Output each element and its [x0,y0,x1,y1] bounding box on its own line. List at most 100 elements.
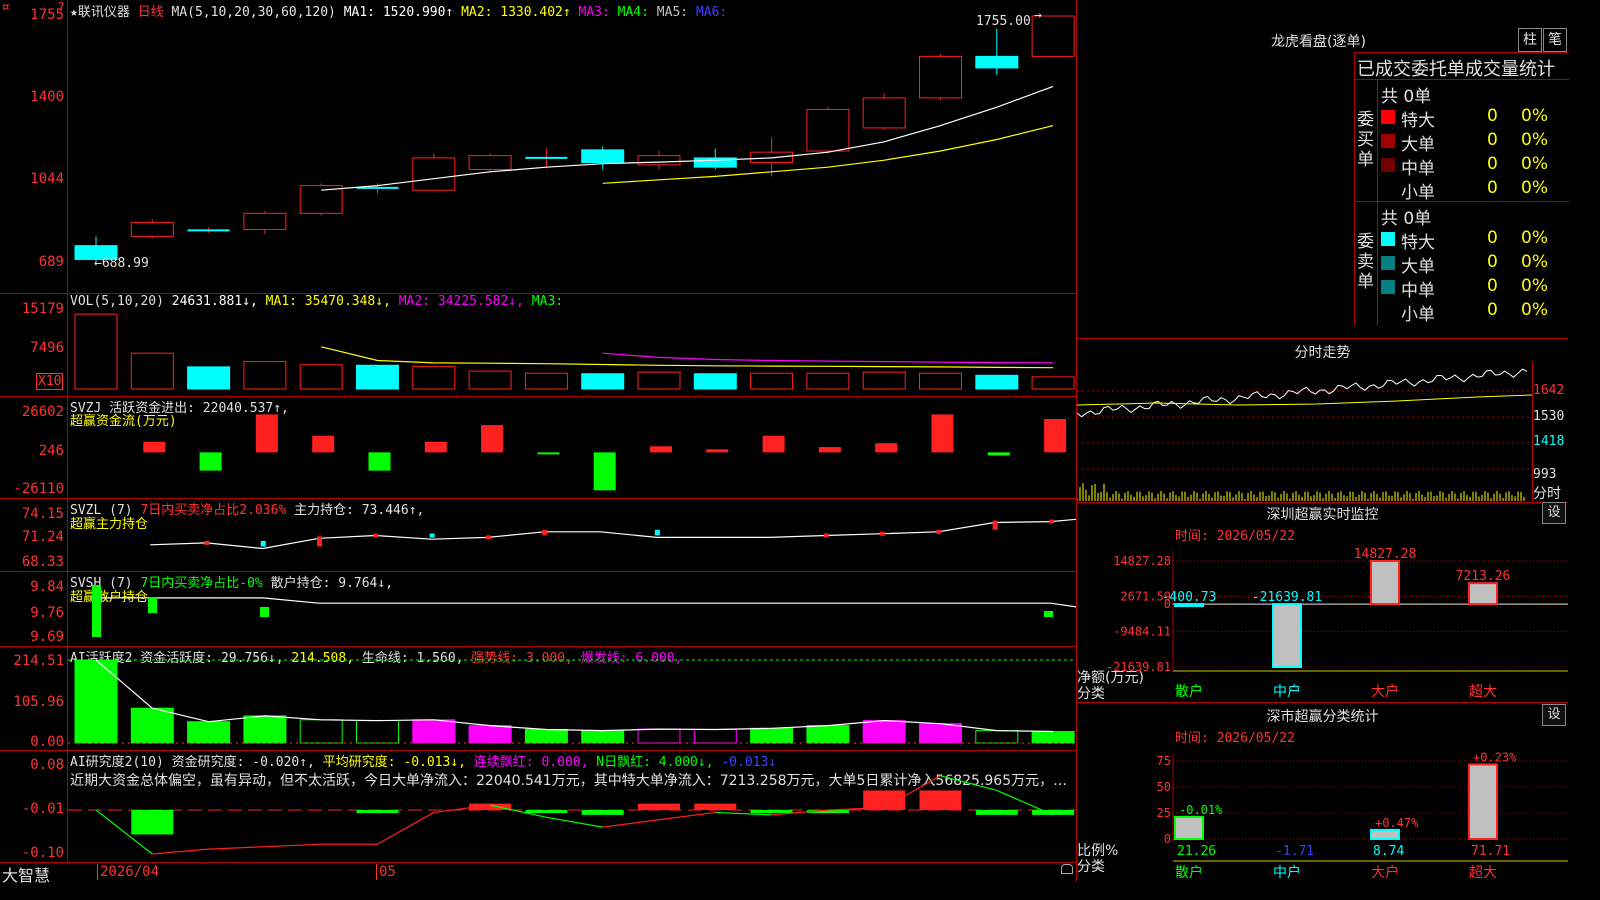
lhb-title: 龙虎看盘(逐单) [1271,34,1366,50]
sell-count: 0 [1487,228,1498,248]
fund-flow-bar [368,452,391,471]
svzj-panel[interactable]: SVZJ 活跃资金进出: 22040.537↑, 超赢资金流(万元) 26602… [0,396,1077,499]
activity-bar [524,728,568,744]
buy-pct: 0% [1521,106,1548,126]
sz-monitor-panel[interactable]: 深圳超赢实时监控 设 时间: 2026/05/22 14827.28 2671.5… [1077,501,1568,703]
ai-activity-chart[interactable] [68,646,1076,750]
svzj-ytick: 246 [38,443,64,459]
buy-divider [1377,80,1378,202]
svzl-chart[interactable] [68,498,1076,571]
activity-bar [243,715,287,744]
pen-mode-button[interactable]: 笔 [1543,28,1567,52]
research-bar [581,810,624,815]
cls-ytick: 25 [1157,806,1171,820]
svsh-chart[interactable] [68,571,1076,646]
activity-bar [1031,730,1075,744]
cls-stats-panel[interactable]: 深市超赢分类统计 设 时间: 2026/05/22 75 50 25 0 -0.01% 2… [1077,703,1568,882]
lock-icon[interactable] [1061,864,1073,874]
sell-pct: 0% [1521,252,1548,272]
kline-panel[interactable]: ★联讯仪器 日线 MA(5,10,20,30,60,120) MA1: 1520… [0,0,1077,294]
fund-flow-bar [481,425,504,453]
buy-pct: 0% [1521,178,1548,198]
buy-pct: 0% [1521,154,1548,174]
cls-value-label: 21.26 [1177,844,1216,859]
activity-bar [581,730,625,744]
activity-bar [187,721,231,744]
buy-row: 小单 0 0% [1379,178,1569,203]
brand-label: 大智慧 [2,866,51,885]
fund-flow-bar [199,452,222,471]
fund-flow-bar [255,414,278,453]
sz-monitor-chart[interactable]: 14827.282671.590-9484.11-21639.81-400.73… [1077,541,1568,701]
ai-activity-ytick: 105.96 [13,694,64,710]
activity-bar [468,725,512,744]
candle-body [468,155,512,170]
bar-mode-button[interactable]: 柱 [1518,28,1542,52]
sell-section: 委卖单 共 0单 特大 0 0% 大单 0 0% 中单 0 0% 小单 0 0% [1355,201,1569,326]
sz-category-label: 分类 [1077,686,1105,702]
fenshi-bottom-label: 分时 [1533,486,1561,502]
volume-bar [187,366,231,390]
cls-stats-chart[interactable]: 75 50 25 0 -0.01% 21.26 散户 -1.71 中户 +0.47% 8.74 大户 +… [1077,743,1568,882]
cls-category: 大户 [1371,864,1399,881]
buy-row: 大单 0 0% [1379,130,1569,155]
main-holding-marker [823,533,829,538]
cls-change-label: +0.47% [1375,816,1419,830]
cls-change-label: -0.01% [1179,803,1223,817]
x-date-label: 2026/04 [97,864,159,880]
sz-category: 中户 [1273,683,1301,700]
sell-count: 0 [1487,300,1498,320]
activity-bar [130,707,174,744]
order-stats-title: 已成交委托单成交量统计 [1357,59,1555,80]
research-line [658,811,716,821]
right-area: 龙虎看盘(逐单) 柱 笔 已成交委托单成交量统计 委买单 共 0单 特大 0 0% 大… [1077,0,1569,882]
sell-pct: 0% [1521,276,1548,296]
volume-bar [750,372,794,390]
high-price-label: 1755.00 [976,14,1031,29]
sz-value-label: -400.73 [1162,590,1217,605]
kline-ytick: 1400 [30,89,64,105]
legend-swatch [1381,110,1395,124]
research-bar [750,810,793,813]
kline-chart[interactable] [68,0,1076,293]
sell-pct: 0% [1521,300,1548,320]
ai-activity-panel[interactable]: AI活跃度2 资金活跃度: 29.756↓, 214.508, 生命线: 1.5… [0,646,1077,751]
retail-holding-marker [148,597,157,613]
svzl-ytick: 71.24 [21,529,64,545]
volume-bar [637,371,681,390]
vol-unit-badge: X10 [36,373,64,390]
fund-flow-bar [650,446,672,453]
activity-bar [637,728,681,744]
volume-bar [412,365,456,390]
ai-research-chart[interactable] [68,750,1076,862]
candle-body [975,55,1019,69]
buy-label: 特大 [1401,111,1435,131]
sz-ytick: -9484.11 [1113,625,1171,639]
vol-panel[interactable]: VOL(5,10,20) 24631.881↓, MA1: 35470.348↓… [0,293,1077,397]
svzj-chart[interactable] [68,396,1076,498]
legend-swatch [1381,256,1395,270]
sz-settings-button[interactable]: 设 [1542,502,1566,524]
ai-research-panel[interactable]: AI研究度2(10) 资金研究度: -0.020↑, 平均研究度: -0.013… [0,750,1077,863]
fenshi-avg-line [1077,394,1532,406]
fenshi-ytick: 1418 [1533,434,1565,449]
ai-activity-ytick: 0.00 [30,734,64,750]
svzl-panel[interactable]: SVZL (7) 7日内买卖净占比2.036% 主力持仓: 73.446↑, 超… [0,498,1077,572]
cls-category: 中户 [1273,864,1301,881]
cls-settings-button[interactable]: 设 [1542,704,1566,726]
svzj-ytick: 26602 [21,404,64,420]
buy-pct: 0% [1521,130,1548,150]
sell-row: 特大 0 0% [1379,228,1569,253]
sz-bar [1370,560,1400,606]
fenshi-panel[interactable]: 分时走势 1642 1530 1418 993 分时 [1077,338,1568,503]
buy-section: 委买单 共 0单 特大 0 0% 大单 0 0% 中单 0 0% 小单 0 0% [1355,79,1569,203]
fenshi-chart[interactable] [1077,361,1532,501]
volume-bar [975,374,1019,390]
buy-label: 大单 [1401,135,1435,155]
main-holding-marker [485,535,491,540]
activity-bar [919,723,962,744]
legend-swatch [1381,134,1395,148]
svsh-panel[interactable]: SVSH (7) 7日内买卖净占比-0% 散户持仓: 9.764↓, 超赢散户持… [0,571,1077,647]
vol-chart[interactable] [68,293,1076,396]
main-holding-marker [992,520,998,530]
